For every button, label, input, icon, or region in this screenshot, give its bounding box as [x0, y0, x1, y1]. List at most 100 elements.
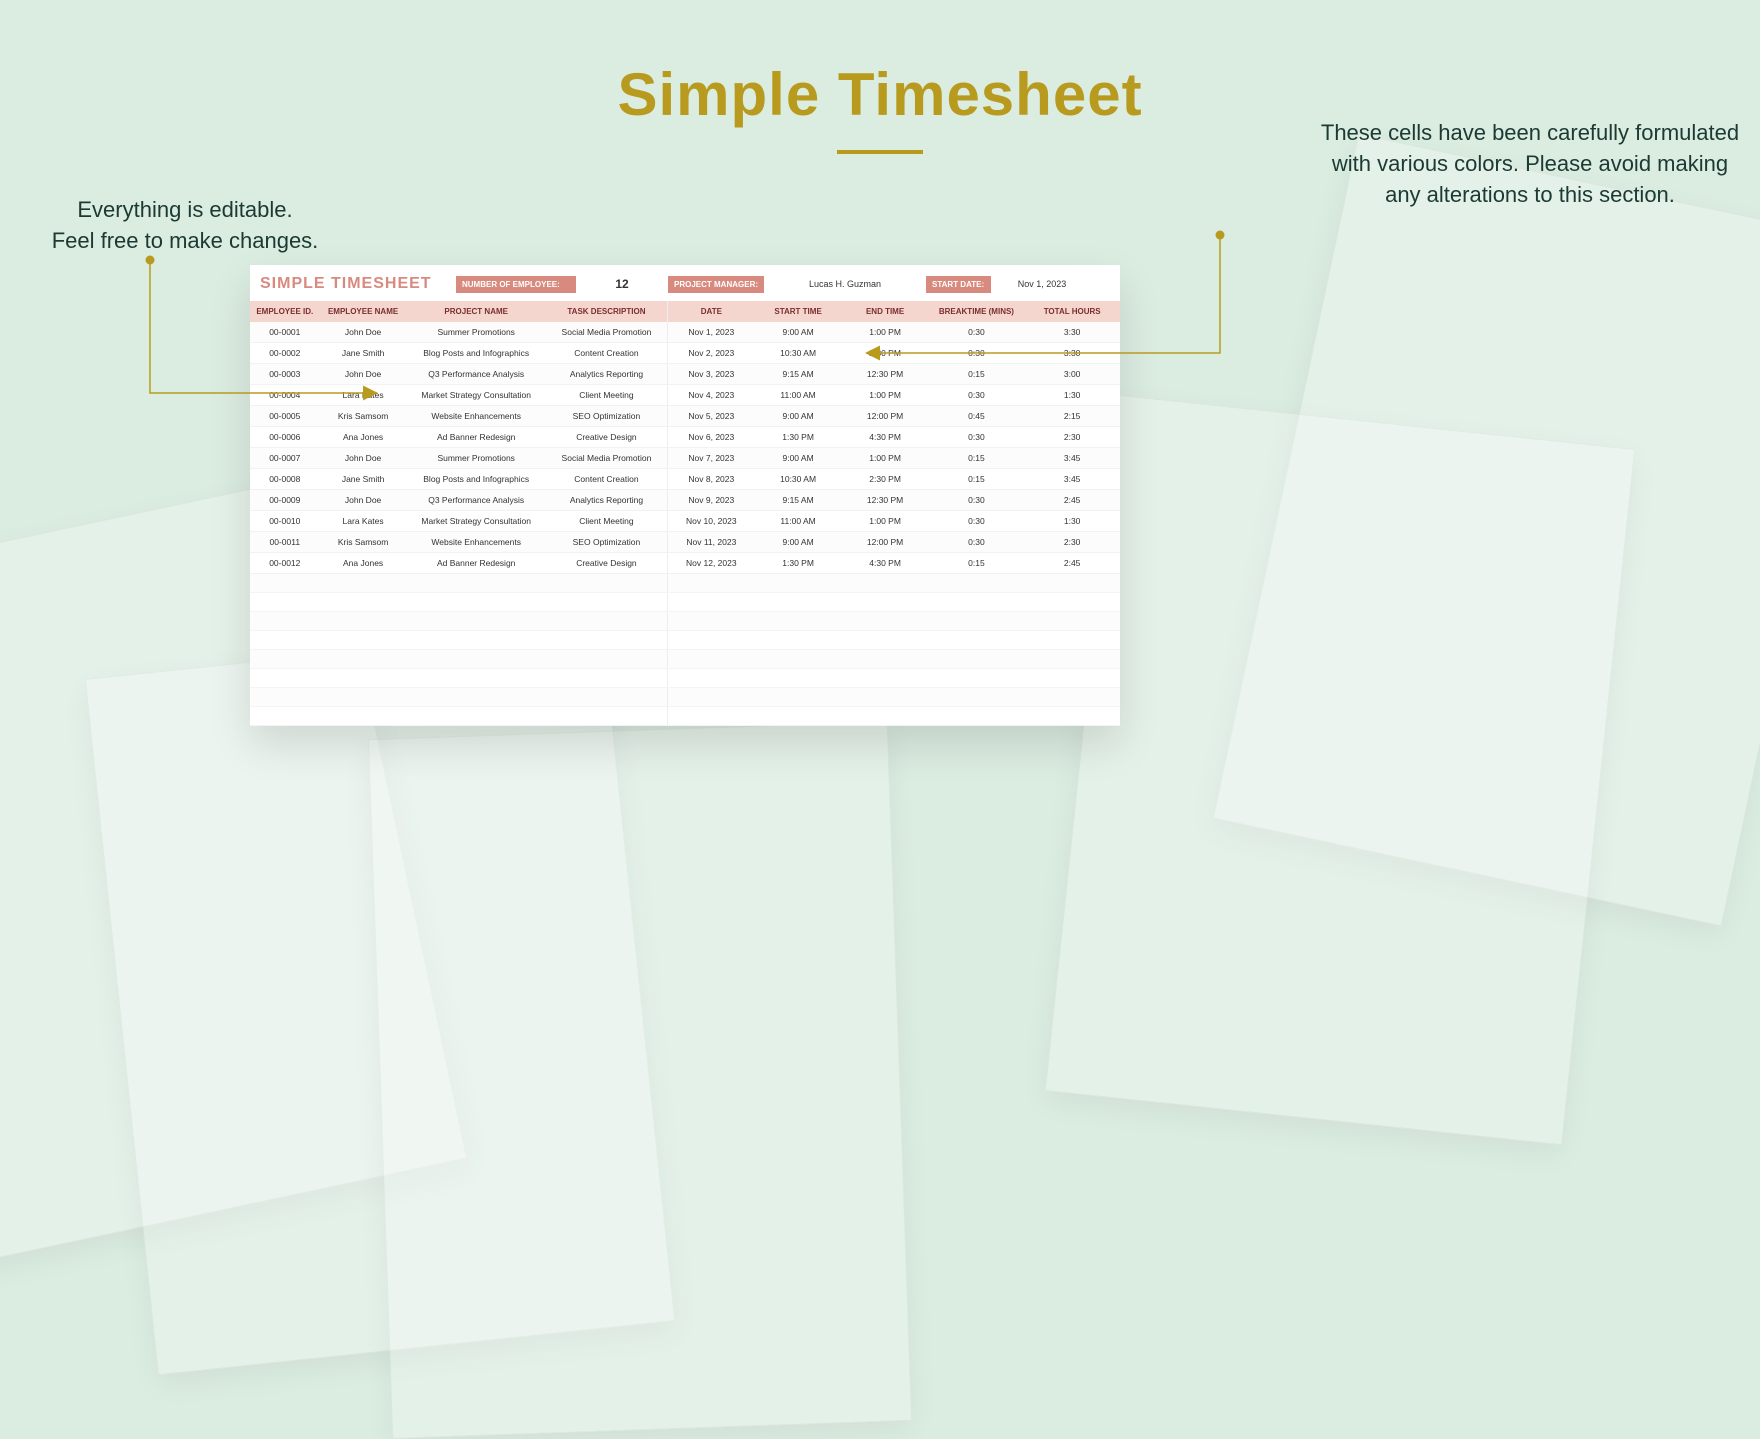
cell-breaktime[interactable]: 0:15 [929, 364, 1025, 385]
cell-blank[interactable] [668, 650, 755, 669]
cell-start-time[interactable]: 9:15 AM [755, 364, 842, 385]
cell-blank[interactable] [250, 707, 320, 726]
cell-employee-id[interactable]: 00-0008 [250, 469, 320, 490]
cell-end-time[interactable]: 12:00 PM [842, 406, 929, 427]
cell-total-hours[interactable]: 2:45 [1024, 490, 1120, 511]
cell-task-description[interactable]: Creative Design [546, 427, 668, 448]
cell-date[interactable]: Nov 12, 2023 [668, 553, 755, 574]
cell-blank[interactable] [755, 631, 842, 650]
cell-employee-name[interactable]: Ana Jones [320, 427, 407, 448]
cell-date[interactable]: Nov 11, 2023 [668, 532, 755, 553]
cell-total-hours[interactable]: 3:30 [1024, 322, 1120, 343]
cell-employee-name[interactable]: Jane Smith [320, 469, 407, 490]
cell-blank[interactable] [842, 707, 929, 726]
cell-blank[interactable] [1024, 669, 1120, 688]
cell-blank[interactable] [668, 593, 755, 612]
cell-total-hours[interactable]: 3:00 [1024, 364, 1120, 385]
cell-blank[interactable] [755, 593, 842, 612]
cell-end-time[interactable]: 2:30 PM [842, 343, 929, 364]
cell-employee-id[interactable]: 00-0006 [250, 427, 320, 448]
cell-project-name[interactable]: Website Enhancements [407, 532, 546, 553]
cell-employee-name[interactable]: Kris Samsom [320, 532, 407, 553]
cell-task-description[interactable]: Analytics Reporting [546, 364, 668, 385]
cell-blank[interactable] [407, 688, 546, 707]
cell-employee-id[interactable]: 00-0009 [250, 490, 320, 511]
cell-breaktime[interactable]: 0:30 [929, 427, 1025, 448]
cell-date[interactable]: Nov 8, 2023 [668, 469, 755, 490]
cell-start-time[interactable]: 9:00 AM [755, 448, 842, 469]
cell-task-description[interactable]: Social Media Promotion [546, 448, 668, 469]
cell-start-time[interactable]: 10:30 AM [755, 343, 842, 364]
cell-project-name[interactable]: Website Enhancements [407, 406, 546, 427]
cell-blank[interactable] [755, 669, 842, 688]
cell-task-description[interactable]: Analytics Reporting [546, 490, 668, 511]
cell-blank[interactable] [929, 688, 1025, 707]
cell-employee-id[interactable]: 00-0012 [250, 553, 320, 574]
cell-task-description[interactable]: Social Media Promotion [546, 322, 668, 343]
cell-date[interactable]: Nov 2, 2023 [668, 343, 755, 364]
cell-end-time[interactable]: 12:00 PM [842, 532, 929, 553]
cell-project-name[interactable]: Blog Posts and Infographics [407, 343, 546, 364]
cell-blank[interactable] [842, 612, 929, 631]
cell-blank[interactable] [1024, 631, 1120, 650]
cell-blank[interactable] [407, 574, 546, 593]
cell-total-hours[interactable]: 1:30 [1024, 385, 1120, 406]
cell-project-name[interactable]: Ad Banner Redesign [407, 427, 546, 448]
cell-date[interactable]: Nov 7, 2023 [668, 448, 755, 469]
cell-total-hours[interactable]: 2:45 [1024, 553, 1120, 574]
cell-project-name[interactable]: Blog Posts and Infographics [407, 469, 546, 490]
cell-project-name[interactable]: Market Strategy Consultation [407, 511, 546, 532]
cell-total-hours[interactable]: 2:30 [1024, 427, 1120, 448]
cell-end-time[interactable]: 4:30 PM [842, 427, 929, 448]
cell-project-name[interactable]: Q3 Performance Analysis [407, 490, 546, 511]
cell-blank[interactable] [407, 631, 546, 650]
cell-blank[interactable] [320, 593, 407, 612]
cell-blank[interactable] [546, 631, 668, 650]
cell-blank[interactable] [668, 612, 755, 631]
cell-blank[interactable] [546, 707, 668, 726]
cell-blank[interactable] [842, 688, 929, 707]
cell-project-name[interactable]: Summer Promotions [407, 448, 546, 469]
cell-total-hours[interactable]: 3:45 [1024, 469, 1120, 490]
cell-project-name[interactable]: Market Strategy Consultation [407, 385, 546, 406]
cell-employee-id[interactable]: 00-0004 [250, 385, 320, 406]
cell-blank[interactable] [842, 593, 929, 612]
cell-employee-name[interactable]: Lara Kates [320, 385, 407, 406]
cell-start-time[interactable]: 1:30 PM [755, 553, 842, 574]
cell-employee-name[interactable]: Ana Jones [320, 553, 407, 574]
cell-blank[interactable] [320, 650, 407, 669]
cell-date[interactable]: Nov 1, 2023 [668, 322, 755, 343]
cell-date[interactable]: Nov 4, 2023 [668, 385, 755, 406]
cell-blank[interactable] [250, 612, 320, 631]
cell-breaktime[interactable]: 0:30 [929, 490, 1025, 511]
cell-task-description[interactable]: Client Meeting [546, 385, 668, 406]
cell-blank[interactable] [320, 669, 407, 688]
cell-total-hours[interactable]: 3:45 [1024, 448, 1120, 469]
cell-project-name[interactable]: Summer Promotions [407, 322, 546, 343]
cell-blank[interactable] [320, 707, 407, 726]
cell-employee-name[interactable]: John Doe [320, 448, 407, 469]
cell-breaktime[interactable]: 0:30 [929, 532, 1025, 553]
cell-total-hours[interactable]: 1:30 [1024, 511, 1120, 532]
cell-employee-id[interactable]: 00-0001 [250, 322, 320, 343]
cell-employee-name[interactable]: John Doe [320, 322, 407, 343]
cell-blank[interactable] [755, 612, 842, 631]
cell-start-time[interactable]: 9:15 AM [755, 490, 842, 511]
cell-blank[interactable] [929, 612, 1025, 631]
cell-blank[interactable] [1024, 574, 1120, 593]
cell-end-time[interactable]: 1:00 PM [842, 511, 929, 532]
cell-blank[interactable] [250, 574, 320, 593]
cell-breaktime[interactable]: 0:30 [929, 385, 1025, 406]
cell-date[interactable]: Nov 3, 2023 [668, 364, 755, 385]
cell-task-description[interactable]: Content Creation [546, 469, 668, 490]
cell-blank[interactable] [842, 574, 929, 593]
cell-start-time[interactable]: 9:00 AM [755, 532, 842, 553]
cell-employee-id[interactable]: 00-0003 [250, 364, 320, 385]
cell-start-time[interactable]: 1:30 PM [755, 427, 842, 448]
cell-blank[interactable] [320, 574, 407, 593]
cell-start-time[interactable]: 9:00 AM [755, 322, 842, 343]
cell-blank[interactable] [929, 593, 1025, 612]
cell-start-time[interactable]: 11:00 AM [755, 385, 842, 406]
cell-blank[interactable] [546, 650, 668, 669]
cell-total-hours[interactable]: 3:30 [1024, 343, 1120, 364]
